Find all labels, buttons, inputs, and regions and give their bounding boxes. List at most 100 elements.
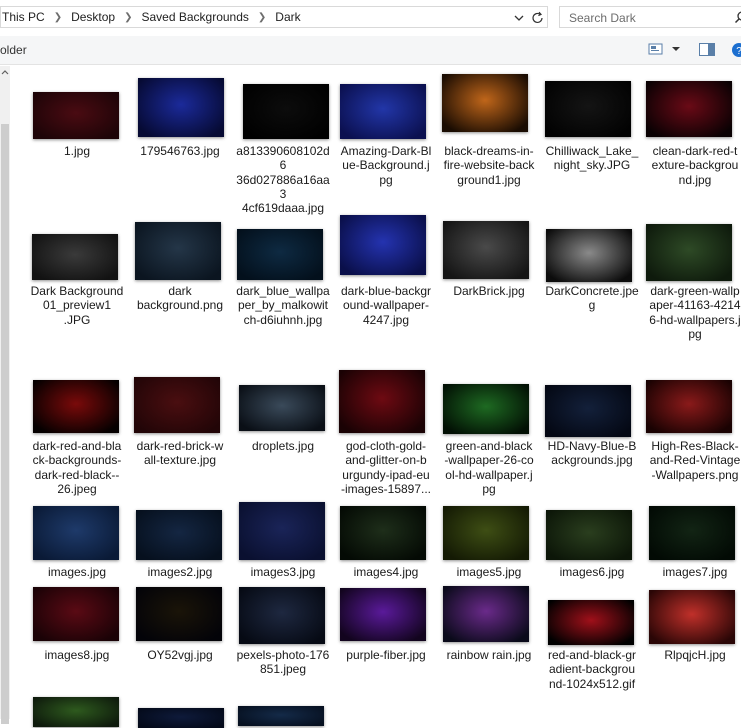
breadcrumb-separator[interactable]: ❯ bbox=[54, 12, 62, 23]
file-thumbnail[interactable] bbox=[545, 81, 631, 137]
breadcrumb-separator[interactable]: ❯ bbox=[258, 12, 266, 23]
file-thumbnail[interactable] bbox=[545, 385, 631, 437]
file-name-line: clean-dark-red-t bbox=[652, 144, 738, 158]
file-name-label[interactable]: dark_blue_wallpa per_by_malkowit ch-d6iuhn… bbox=[233, 284, 333, 327]
file-name-label[interactable]: images5.jpg bbox=[439, 565, 539, 579]
breadcrumb-separator[interactable]: ❯ bbox=[124, 12, 132, 23]
breadcrumb-desktop[interactable]: Desktop bbox=[71, 10, 115, 24]
file-thumbnail[interactable] bbox=[646, 81, 732, 137]
file-name-label[interactable]: HD-Navy-Blue-B ackgrounds.jpg bbox=[542, 439, 642, 468]
file-thumbnail[interactable] bbox=[238, 706, 324, 726]
file-name-line: images4.jpg bbox=[353, 565, 419, 579]
file-name-label[interactable]: Amazing-Dark-Bl ue-Background.j pg bbox=[336, 144, 436, 187]
file-thumbnail[interactable] bbox=[649, 590, 735, 644]
new-folder-button[interactable]: older bbox=[0, 43, 27, 57]
file-thumbnail[interactable] bbox=[135, 222, 221, 280]
file-thumbnail[interactable] bbox=[33, 506, 119, 560]
navigation-scrollbar[interactable] bbox=[0, 66, 10, 724]
preview-pane-icon[interactable] bbox=[699, 43, 715, 57]
file-name-line: images.jpg bbox=[47, 565, 107, 579]
file-thumbnail[interactable] bbox=[443, 384, 529, 434]
file-thumbnail[interactable] bbox=[646, 224, 732, 281]
file-thumbnail[interactable] bbox=[646, 380, 732, 433]
file-thumbnail[interactable] bbox=[237, 229, 323, 280]
file-thumbnail[interactable] bbox=[340, 84, 426, 139]
file-thumbnail[interactable] bbox=[442, 74, 528, 132]
scrollbar-thumb[interactable] bbox=[1, 124, 9, 724]
file-thumbnail[interactable] bbox=[134, 377, 220, 433]
file-name-label[interactable]: High-Res-Black-and-Red-Vintage -Wallpaper… bbox=[645, 439, 741, 482]
file-name-label[interactable]: images2.jpg bbox=[130, 565, 230, 579]
scroll-up-icon[interactable] bbox=[0, 66, 10, 80]
file-name-label[interactable]: dark-red-brick-w all-texture.jpg bbox=[130, 439, 230, 468]
file-name-label[interactable]: images.jpg bbox=[27, 565, 127, 579]
file-name-label[interactable]: pexels-photo-176 851.jpeg bbox=[233, 648, 333, 677]
file-name-label[interactable]: dark background.png bbox=[130, 284, 230, 313]
search-icon[interactable] bbox=[734, 10, 741, 24]
file-name-label[interactable]: images7.jpg bbox=[645, 565, 741, 579]
file-thumbnail[interactable] bbox=[33, 587, 119, 641]
file-name-label[interactable]: OY52vgj.jpg bbox=[130, 648, 230, 662]
file-thumbnail[interactable] bbox=[33, 697, 119, 727]
file-thumbnail[interactable] bbox=[649, 506, 735, 560]
file-name-label[interactable]: rainbow rain.jpg bbox=[439, 648, 539, 662]
change-view-icon[interactable] bbox=[648, 42, 664, 56]
file-name-label[interactable]: Chilliwack_Lake_ night_sky.JPG bbox=[542, 144, 642, 173]
file-name-label[interactable]: images4.jpg bbox=[336, 565, 436, 579]
file-thumbnail[interactable] bbox=[339, 370, 425, 433]
file-name-line: pg bbox=[482, 481, 496, 496]
file-thumbnail[interactable] bbox=[546, 229, 632, 282]
file-name-line: High-Res-Black- bbox=[651, 439, 739, 453]
file-name-label[interactable]: a813390608102d6 36d027886a16aa3 4cf619daaa… bbox=[233, 144, 333, 215]
file-thumbnail[interactable] bbox=[239, 385, 325, 431]
file-thumbnail[interactable] bbox=[138, 78, 224, 137]
file-name-label[interactable]: DarkBrick.jpg bbox=[439, 284, 539, 298]
view-options-dropdown-icon[interactable] bbox=[671, 44, 681, 54]
file-name-label[interactable]: RlpqjcH.jpg bbox=[645, 648, 741, 662]
file-thumbnail[interactable] bbox=[243, 84, 329, 139]
file-thumbnail[interactable] bbox=[136, 587, 222, 641]
file-name-label[interactable]: droplets.jpg bbox=[233, 439, 333, 453]
file-thumbnail[interactable] bbox=[546, 510, 632, 560]
refresh-icon[interactable] bbox=[530, 10, 546, 26]
file-thumbnail[interactable] bbox=[340, 215, 426, 275]
breadcrumb-saved-backgrounds[interactable]: Saved Backgrounds bbox=[142, 10, 249, 24]
file-name-label[interactable]: dark-blue-backgr ound-wallpaper- 4247.jpg bbox=[336, 284, 436, 327]
file-name-label[interactable]: 179546763.jpg bbox=[130, 144, 230, 158]
file-name-label[interactable]: green-and-black -wallpaper-26-co ol-hd-wal… bbox=[439, 439, 539, 496]
file-thumbnail[interactable] bbox=[33, 92, 119, 139]
file-name-line: background.png bbox=[136, 298, 224, 313]
file-name-label[interactable]: red-and-black-gr adient-backgrou nd-1024x5… bbox=[542, 648, 642, 691]
file-thumbnail[interactable] bbox=[239, 587, 325, 644]
file-thumbnail[interactable] bbox=[138, 708, 224, 728]
file-thumbnail[interactable] bbox=[136, 510, 222, 560]
file-name-label[interactable]: dark-green-wallp aper-41163-4214 6-hd-wall… bbox=[645, 284, 741, 341]
file-thumbnail[interactable] bbox=[239, 502, 325, 560]
file-name-label[interactable]: black-dreams-in-fire-website-back ground1… bbox=[439, 144, 539, 187]
file-name-label[interactable]: images3.jpg bbox=[233, 565, 333, 579]
file-name-label[interactable]: god-cloth-gold-and-glitter-on-b urgundy-i… bbox=[336, 439, 436, 496]
file-name-label[interactable]: dark-red-and-bla ck-backgrounds-dark-red-… bbox=[27, 439, 127, 496]
file-thumbnail[interactable] bbox=[33, 380, 119, 433]
file-thumbnail[interactable] bbox=[443, 506, 529, 560]
breadcrumb-this-pc[interactable]: This PC bbox=[2, 10, 45, 24]
address-bar[interactable]: This PC ❯ Desktop ❯ Saved Backgrounds ❯ … bbox=[0, 6, 548, 28]
file-thumbnail[interactable] bbox=[443, 586, 529, 642]
help-icon[interactable]: ? bbox=[731, 42, 741, 58]
file-name-label[interactable]: Dark Background 01_preview1 .JPG bbox=[27, 284, 127, 327]
breadcrumb-dark[interactable]: Dark bbox=[275, 10, 300, 24]
search-input[interactable] bbox=[567, 8, 731, 28]
file-name-label[interactable]: 1.jpg bbox=[27, 144, 127, 158]
file-name-label[interactable]: images8.jpg bbox=[27, 648, 127, 662]
file-thumbnail[interactable] bbox=[32, 234, 118, 280]
file-thumbnail[interactable] bbox=[340, 506, 426, 560]
file-name-label[interactable]: purple-fiber.jpg bbox=[336, 648, 436, 662]
file-thumbnail[interactable] bbox=[443, 221, 529, 279]
file-name-label[interactable]: images6.jpg bbox=[542, 565, 642, 579]
file-thumbnail[interactable] bbox=[548, 600, 634, 645]
search-box[interactable] bbox=[559, 6, 741, 28]
file-name-label[interactable]: DarkConcrete.jpe g bbox=[542, 284, 642, 313]
file-name-label[interactable]: clean-dark-red-t exture-backgrou nd.jpg bbox=[645, 144, 741, 187]
address-dropdown-icon[interactable] bbox=[512, 11, 526, 25]
file-thumbnail[interactable] bbox=[340, 588, 426, 641]
